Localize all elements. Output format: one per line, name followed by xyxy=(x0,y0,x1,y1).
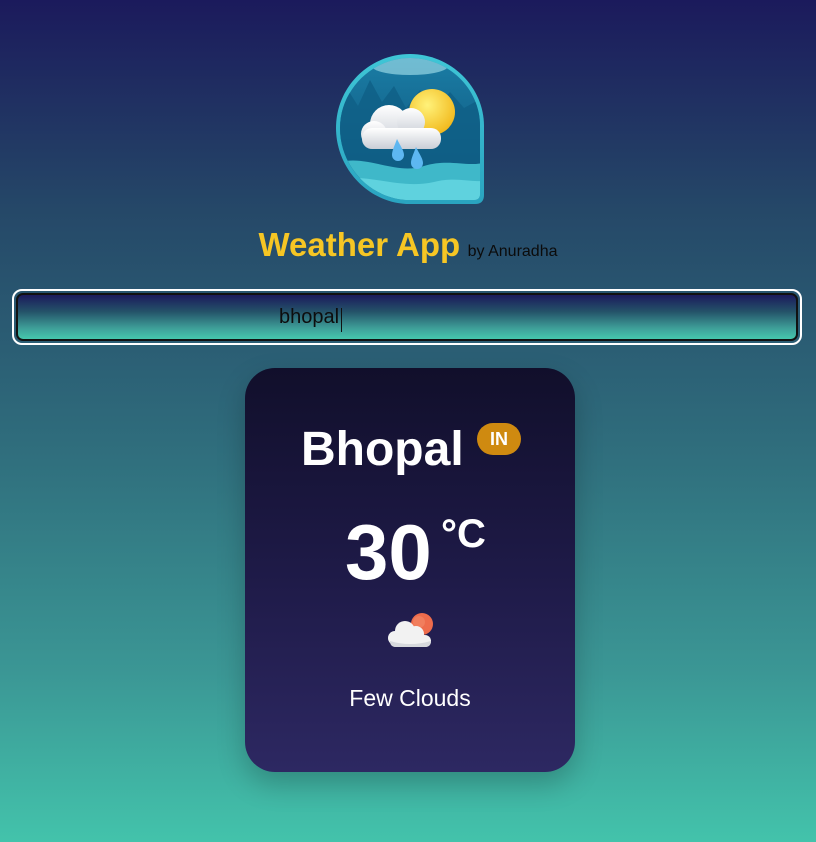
city-name: Bhopal xyxy=(301,423,464,476)
temperature-unit: °C xyxy=(441,512,486,556)
few-clouds-icon xyxy=(384,609,438,651)
app-header: Weather App by Anuradha xyxy=(0,226,816,264)
weather-description: Few Clouds xyxy=(349,685,471,711)
temperature-value: 30 xyxy=(345,508,432,596)
country-badge: IN xyxy=(477,423,521,455)
weather-card: Bhopal IN 30 °C Few Clouds xyxy=(245,368,575,772)
app-byline: by Anuradha xyxy=(467,243,558,260)
city-row: Bhopal IN xyxy=(245,422,575,482)
text-cursor xyxy=(341,308,342,332)
city-search-input[interactable] xyxy=(16,293,798,341)
app-title: Weather App xyxy=(258,226,461,263)
weather-app-logo-icon xyxy=(334,52,486,204)
search-box xyxy=(12,289,802,345)
